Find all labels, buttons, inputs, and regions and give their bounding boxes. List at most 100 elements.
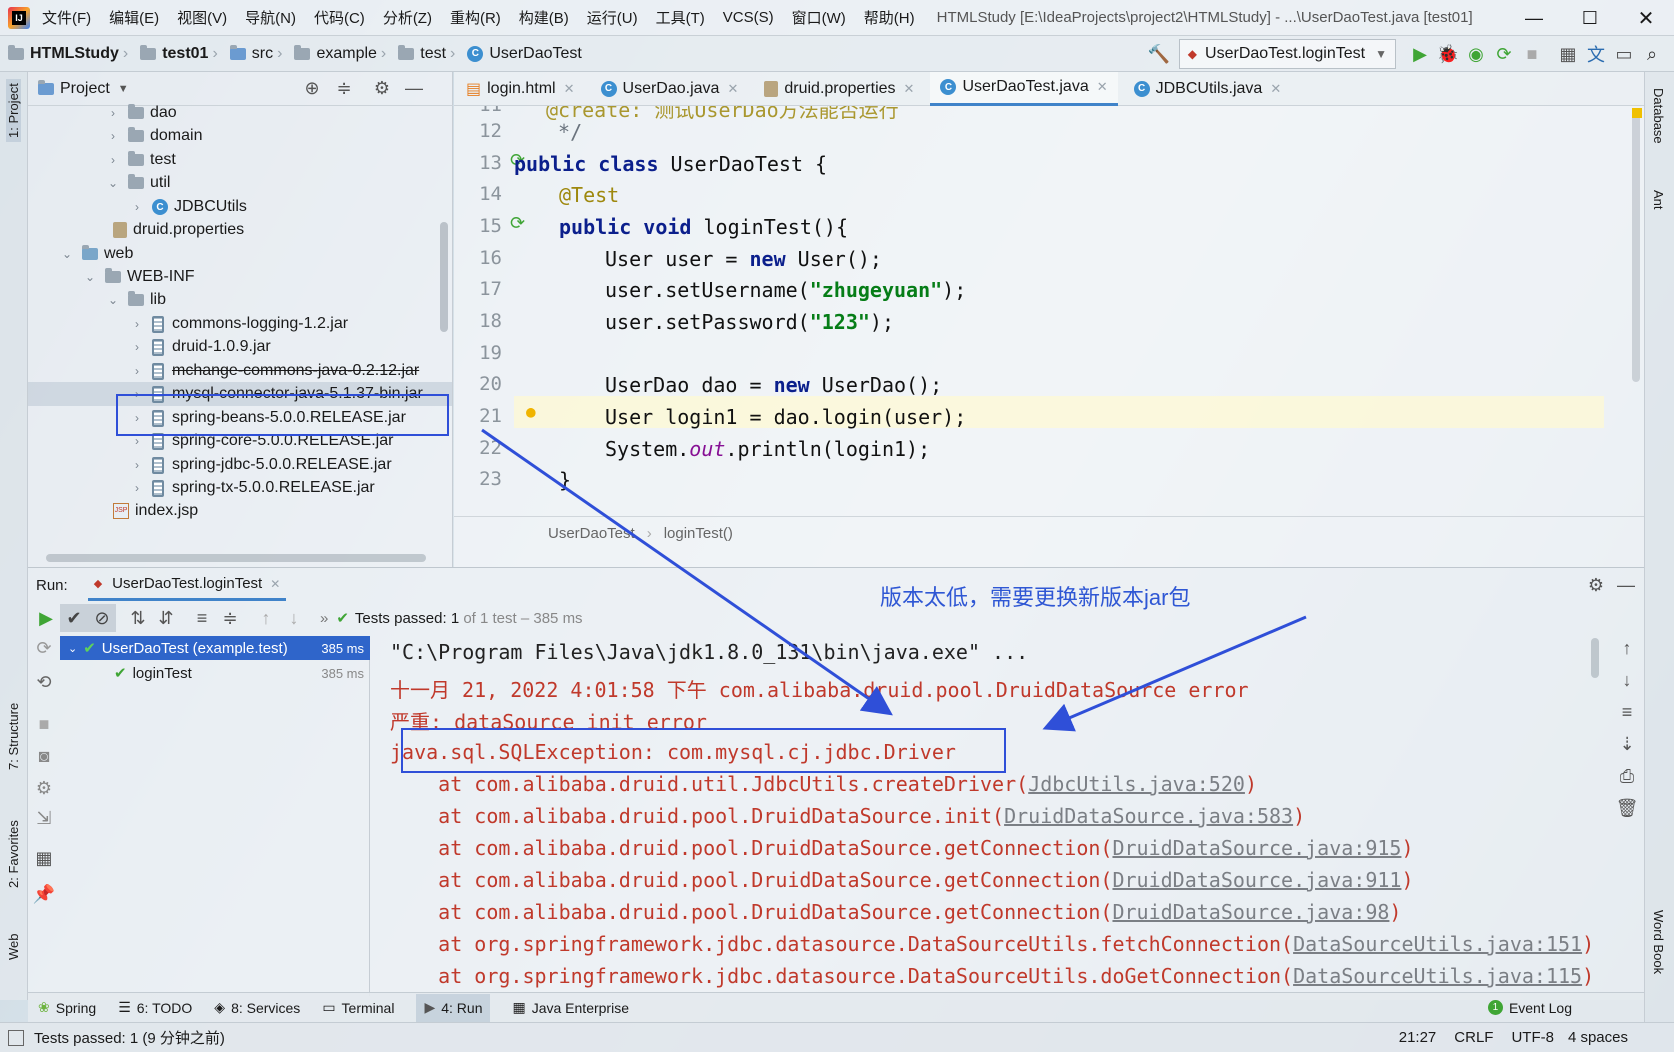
console-scrollbar[interactable] [1591,638,1599,678]
export-icon[interactable]: ⇲ [30,804,58,832]
up-arrow-icon[interactable]: ↑ [1613,634,1641,662]
project-scrollbar[interactable] [440,222,448,332]
test-suite-row[interactable]: ⌄ ✔ UserDaoTest (example.test) 385 ms [60,636,370,660]
run-icon[interactable]: ▶ [1406,40,1434,68]
file-encoding[interactable]: UTF-8 [1511,1029,1554,1046]
close-icon[interactable]: ✕ [270,577,280,591]
menu-item[interactable]: 运行(U) [587,7,638,28]
debug-icon[interactable]: ⟳ [30,634,58,662]
tab-druid-properties[interactable]: druid.properties ✕ [754,72,924,106]
tree-item-jar[interactable]: › spring-tx-5.0.0.RELEASE.jar [130,476,375,500]
expand-all-icon[interactable]: ≡ [188,604,216,632]
menu-item[interactable]: 帮助(H) [864,7,915,28]
services-tool-tab[interactable]: ◈ 8: Services [214,999,300,1016]
down-arrow-icon[interactable]: ↓ [1613,666,1641,694]
source-link[interactable]: DataSourceUtils.java:151 [1293,932,1582,956]
tree-item-jar[interactable]: › druid-1.0.9.jar [130,335,271,359]
todo-tool-tab[interactable]: ☰ 6: TODO [118,999,192,1016]
chevron-down-icon[interactable]: ▼ [118,83,129,95]
tree-item-test[interactable]: › test [106,148,176,172]
spring-tool-tab[interactable]: ❀ Spring [38,999,96,1016]
maximize-button[interactable]: ☐ [1562,8,1618,29]
source-link[interactable]: DruidDataSource.java:583 [1004,804,1293,828]
favorites-tool-tab[interactable]: 2: Favorites [6,820,21,888]
menu-item[interactable]: 代码(C) [314,7,365,28]
menu-item[interactable]: 窗口(W) [792,7,846,28]
gear-icon[interactable]: ⚙ [1582,571,1610,599]
run-tab[interactable]: ◆ UserDaoTest.loginTest ✕ [87,569,287,601]
breadcrumb-module[interactable]: test01 › [140,44,224,63]
previous-test-icon[interactable]: ↑ [252,604,280,632]
tree-item-domain[interactable]: › domain [106,124,202,148]
breadcrumb-example[interactable]: example › [294,44,392,63]
tree-item-index-jsp[interactable]: JSP index.jsp [113,499,198,523]
wordbook-tool-tab[interactable]: Word Book [1651,910,1666,974]
close-icon[interactable]: ✕ [1097,79,1108,95]
tree-item-web[interactable]: ⌄ web [60,242,133,266]
project-structure-icon[interactable]: ▦ [1554,40,1582,68]
menu-item[interactable]: 分析(Z) [383,7,432,28]
project-panel-title[interactable]: Project [60,80,110,98]
tree-item-web-inf[interactable]: ⌄ WEB-INF [83,265,195,289]
menu-item[interactable]: 文件(F) [42,7,91,28]
tree-item-util[interactable]: ⌄ util [106,171,170,195]
build-hammer-icon[interactable]: 🔨 [1145,40,1173,68]
translate-icon[interactable]: 文 [1582,40,1610,68]
minimize-button[interactable]: — [1506,8,1562,29]
database-tool-tab[interactable]: Database [1651,88,1666,144]
tab-userdaotest-java[interactable]: C UserDaoTest.java ✕ [930,71,1118,106]
java-enterprise-tool-tab[interactable]: ▦ Java Enterprise [512,999,629,1016]
sort-duration-icon[interactable]: ⇵ [152,604,180,632]
web-tool-tab[interactable]: Web [6,934,21,961]
hide-icon[interactable]: — [1612,571,1640,599]
menu-item[interactable]: 编辑(E) [109,7,159,28]
locate-icon[interactable]: ⊕ [298,75,326,103]
breadcrumb-test[interactable]: test › [398,44,461,63]
editor-scrollbar[interactable] [1632,112,1640,382]
stop-icon[interactable]: ■ [30,710,58,738]
close-button[interactable]: ✕ [1618,6,1674,31]
coverage-icon[interactable]: ◉ [1462,40,1490,68]
event-log-button[interactable]: 1 Event Log [1487,1000,1572,1016]
print-icon[interactable]: ⎙ [1613,762,1641,790]
tree-item-lib[interactable]: ⌄ lib [106,288,166,312]
collapse-icon[interactable]: ≑ [330,75,358,103]
close-icon[interactable]: ✕ [904,81,915,97]
show-passed-icon[interactable]: ✔ [60,604,88,632]
test-case-row[interactable]: ✔ loginTest 385 ms [60,661,370,685]
pin-icon[interactable]: 📌 [30,880,58,908]
sort-alpha-icon[interactable]: ⇅ [124,604,152,632]
more-icon[interactable]: » [320,610,328,627]
stop-icon[interactable]: ■ [1518,40,1546,68]
indent-setting[interactable]: 4 spaces [1568,1029,1628,1046]
code-area[interactable]: 11 @create: 测试UserDao方法能否运行 12 */ 13 ⟳ p… [454,106,1644,516]
menu-item[interactable]: 视图(V) [177,7,227,28]
tree-item-dao[interactable]: › dao [106,101,177,125]
rerun-icon[interactable]: ▶ [32,604,60,632]
tab-login-html[interactable]: ▤ login.html ✕ [456,72,585,106]
search-icon[interactable]: ⌕ [1638,40,1666,68]
run-tool-tab[interactable]: ▶ 4: Run [416,993,491,1022]
tree-item-jar[interactable]: › mchange-commons-java-0.2.12.jar [130,359,419,383]
tree-item-jar[interactable]: › spring-jdbc-5.0.0.RELEASE.jar [130,453,392,477]
presentation-icon[interactable]: ▭ [1610,40,1638,68]
close-icon[interactable]: ✕ [727,81,738,97]
close-icon[interactable]: ✕ [1270,81,1281,97]
line-separator[interactable]: CRLF [1454,1029,1493,1046]
hide-icon[interactable]: — [400,75,428,103]
breadcrumb-class[interactable]: C UserDaoTest [467,45,582,63]
settings-icon[interactable]: ⚙ [30,774,58,802]
breadcrumb-src[interactable]: src › [229,44,289,63]
tab-userdao-java[interactable]: C UserDao.java ✕ [591,72,749,106]
structure-tool-tab[interactable]: 7: Structure [6,703,21,770]
camera-icon[interactable]: ◙ [30,742,58,770]
trash-icon[interactable]: 🗑 [1613,794,1641,822]
tree-item-jar[interactable]: › commons-logging-1.2.jar [130,312,348,336]
menu-item[interactable]: 导航(N) [245,7,296,28]
caret-position[interactable]: 21:27 [1399,1029,1437,1046]
menu-item[interactable]: 工具(T) [656,7,705,28]
terminal-tool-tab[interactable]: ▭ Terminal [322,999,394,1016]
rerun-failed-icon[interactable]: ⟲ [30,668,58,696]
tab-jdbcutils-java[interactable]: C JDBCUtils.java ✕ [1124,72,1292,106]
breadcrumb-method-item[interactable]: loginTest() [664,525,733,542]
